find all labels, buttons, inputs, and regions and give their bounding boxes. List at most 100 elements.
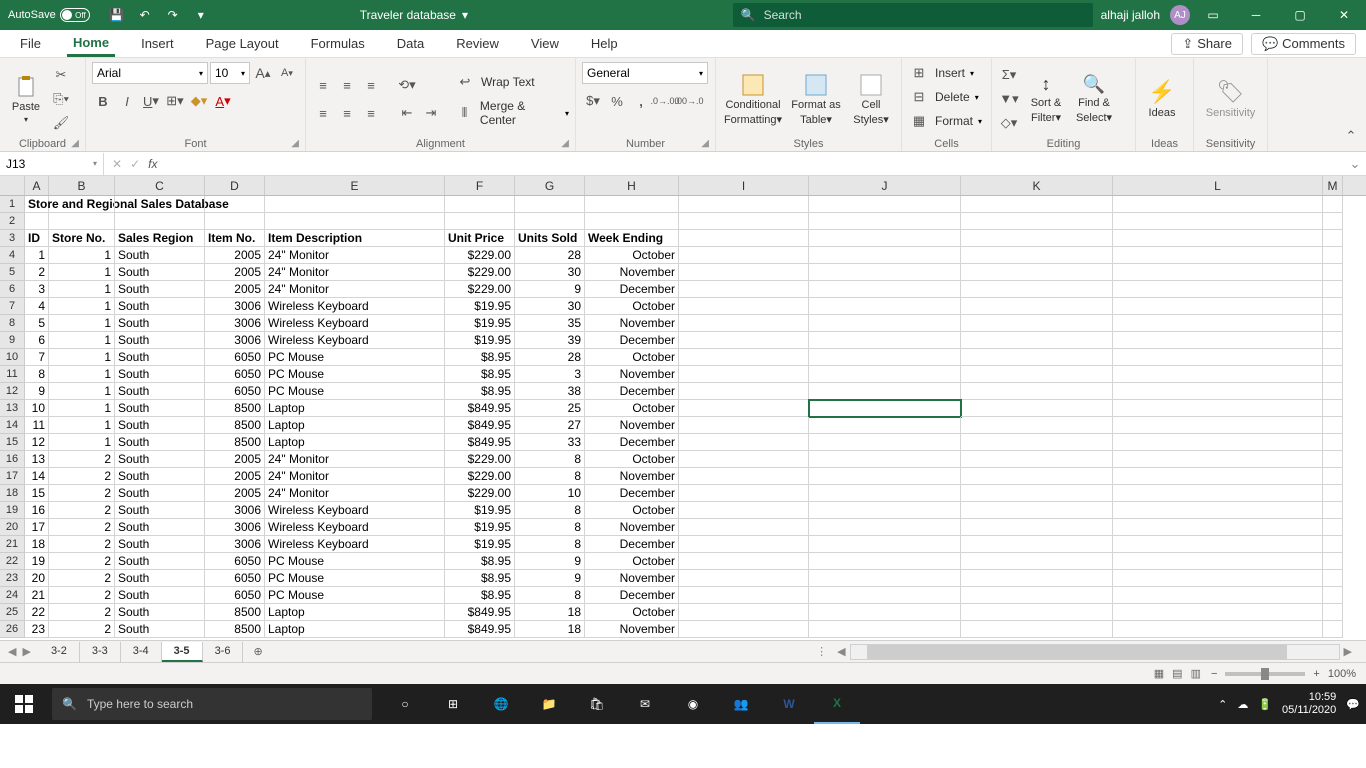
store-icon[interactable]: 🛍: [574, 684, 620, 724]
cell[interactable]: Item Description: [265, 230, 445, 247]
cell[interactable]: [961, 196, 1113, 213]
cell[interactable]: 8: [515, 536, 585, 553]
italic-button[interactable]: I: [116, 90, 138, 112]
cell[interactable]: South: [115, 536, 205, 553]
cell[interactable]: 6050: [205, 349, 265, 366]
cell[interactable]: [1323, 230, 1343, 247]
cell[interactable]: 2: [49, 604, 115, 621]
cell[interactable]: November: [585, 570, 679, 587]
cell[interactable]: 2005: [205, 264, 265, 281]
cell[interactable]: [679, 536, 809, 553]
cell[interactable]: 24" Monitor: [265, 264, 445, 281]
cell[interactable]: 24" Monitor: [265, 451, 445, 468]
cell[interactable]: [961, 417, 1113, 434]
cell[interactable]: [809, 519, 961, 536]
cell[interactable]: December: [585, 434, 679, 451]
clipboard-launcher[interactable]: ◢: [71, 138, 79, 149]
cell[interactable]: [961, 502, 1113, 519]
task-view-icon[interactable]: ⊞: [430, 684, 476, 724]
mail-icon[interactable]: ✉: [622, 684, 668, 724]
cell[interactable]: [1323, 281, 1343, 298]
copy-icon[interactable]: ⎘▾: [50, 88, 72, 110]
cell[interactable]: [679, 400, 809, 417]
cell[interactable]: 1: [49, 417, 115, 434]
cell[interactable]: 4: [25, 298, 49, 315]
cell[interactable]: [1323, 553, 1343, 570]
increase-decimal-icon[interactable]: .0→.00: [654, 90, 676, 112]
spreadsheet-grid[interactable]: ABCDEFGHIJKLM 1Store and Regional Sales …: [0, 176, 1366, 640]
tab-home[interactable]: Home: [67, 31, 115, 57]
cell[interactable]: Wireless Keyboard: [265, 332, 445, 349]
cell[interactable]: Wireless Keyboard: [265, 315, 445, 332]
cell[interactable]: South: [115, 349, 205, 366]
tab-data[interactable]: Data: [391, 32, 430, 55]
edge-icon[interactable]: 🌐: [478, 684, 524, 724]
comma-format-icon[interactable]: ,: [630, 90, 652, 112]
cell[interactable]: South: [115, 519, 205, 536]
cell[interactable]: 1: [49, 315, 115, 332]
cell[interactable]: 2005: [205, 468, 265, 485]
cell[interactable]: [1323, 434, 1343, 451]
cell[interactable]: $8.95: [445, 349, 515, 366]
cell[interactable]: 9: [515, 570, 585, 587]
cell[interactable]: [1113, 434, 1323, 451]
word-icon[interactable]: W: [766, 684, 812, 724]
cell[interactable]: [961, 536, 1113, 553]
cell[interactable]: [809, 400, 961, 417]
column-header-L[interactable]: L: [1113, 176, 1323, 195]
cell[interactable]: 28: [515, 349, 585, 366]
cell[interactable]: Laptop: [265, 621, 445, 638]
cell[interactable]: $19.95: [445, 298, 515, 315]
column-header-B[interactable]: B: [49, 176, 115, 195]
cell[interactable]: 1: [49, 349, 115, 366]
ideas-button[interactable]: ⚡Ideas: [1142, 79, 1182, 119]
cell[interactable]: 8: [515, 468, 585, 485]
cell[interactable]: 33: [515, 434, 585, 451]
cell[interactable]: [961, 485, 1113, 502]
cortana-icon[interactable]: ○: [382, 684, 428, 724]
horizontal-scrollbar[interactable]: [850, 644, 1340, 660]
cell[interactable]: [1323, 264, 1343, 281]
cell[interactable]: 2: [49, 451, 115, 468]
cell[interactable]: 24" Monitor: [265, 485, 445, 502]
cell[interactable]: $849.95: [445, 400, 515, 417]
battery-icon[interactable]: 🔋: [1258, 698, 1272, 711]
autosave-toggle[interactable]: Off: [60, 8, 90, 22]
cell[interactable]: 24" Monitor: [265, 468, 445, 485]
cell[interactable]: [809, 587, 961, 604]
cell[interactable]: [809, 451, 961, 468]
cell[interactable]: $8.95: [445, 383, 515, 400]
cell[interactable]: October: [585, 502, 679, 519]
row-header[interactable]: 3: [0, 230, 25, 247]
cell[interactable]: $229.00: [445, 247, 515, 264]
cell[interactable]: $19.95: [445, 315, 515, 332]
cell[interactable]: [679, 502, 809, 519]
cell[interactable]: [679, 298, 809, 315]
column-header-E[interactable]: E: [265, 176, 445, 195]
cell[interactable]: 9: [25, 383, 49, 400]
scroll-right-icon[interactable]: ▶: [1340, 645, 1356, 658]
cell[interactable]: [809, 196, 961, 213]
row-header[interactable]: 19: [0, 502, 25, 519]
format-cells-button[interactable]: ▦Format▾: [908, 110, 982, 132]
cell[interactable]: [1323, 298, 1343, 315]
tab-insert[interactable]: Insert: [135, 32, 180, 55]
cell[interactable]: [679, 213, 809, 230]
cell[interactable]: 18: [25, 536, 49, 553]
row-header[interactable]: 10: [0, 349, 25, 366]
cell[interactable]: Wireless Keyboard: [265, 502, 445, 519]
cell[interactable]: 18: [515, 621, 585, 638]
cell[interactable]: [445, 213, 515, 230]
merge-center-button[interactable]: ⫴Merge & Center▾: [454, 99, 569, 127]
tab-help[interactable]: Help: [585, 32, 624, 55]
cell[interactable]: $849.95: [445, 621, 515, 638]
cell[interactable]: [679, 383, 809, 400]
cell[interactable]: [961, 621, 1113, 638]
cell[interactable]: [1323, 451, 1343, 468]
normal-view-icon[interactable]: ▦: [1154, 667, 1164, 680]
cell[interactable]: [809, 553, 961, 570]
cell[interactable]: 30: [515, 298, 585, 315]
cut-icon[interactable]: ✂: [50, 64, 72, 86]
row-header[interactable]: 18: [0, 485, 25, 502]
cell[interactable]: [1323, 315, 1343, 332]
